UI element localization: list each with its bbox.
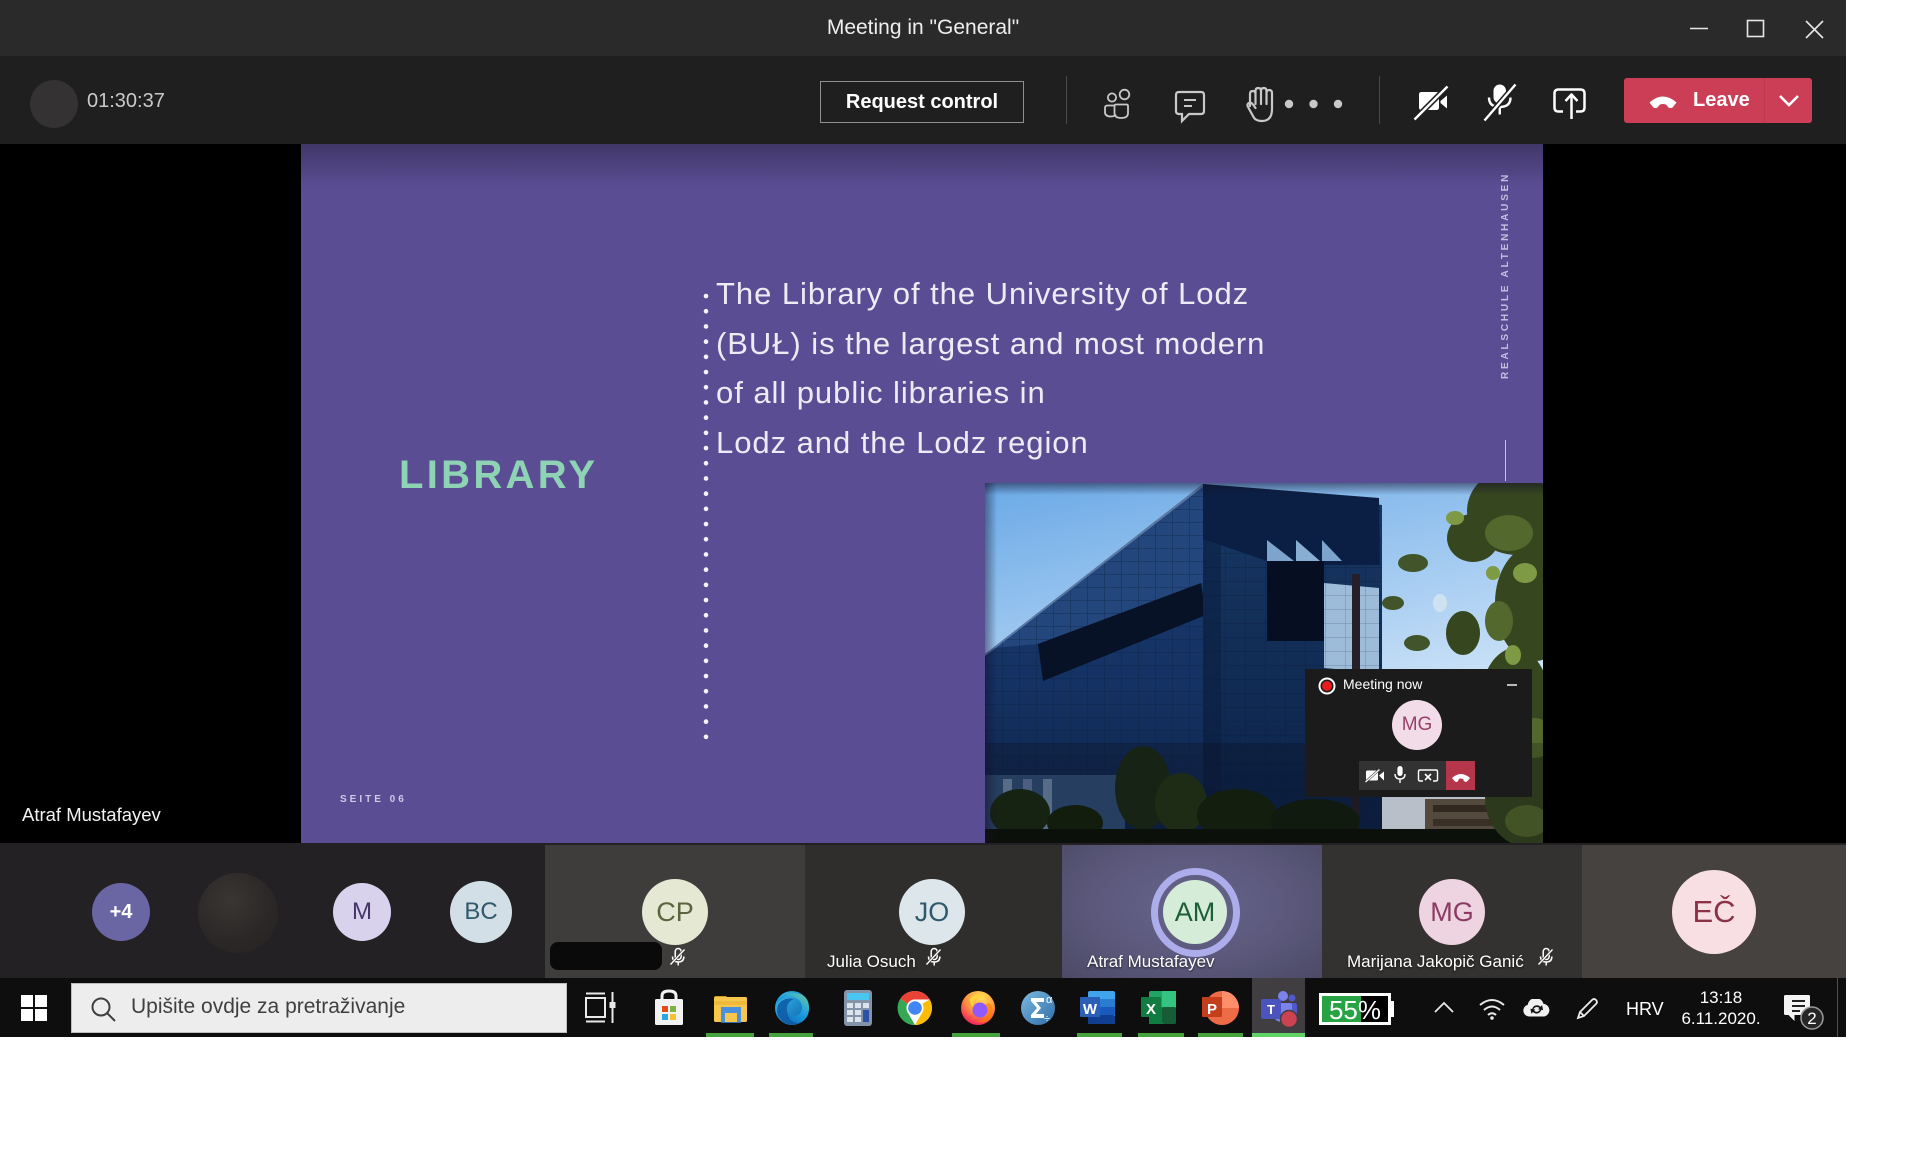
svg-text:÷: ÷ [1044, 1013, 1050, 1025]
svg-text:2: 2 [1807, 1009, 1816, 1028]
svg-text:X: X [1146, 1001, 1156, 1018]
svg-text:P: P [1207, 1001, 1217, 1018]
svg-text:α: α [1046, 994, 1053, 1006]
svg-text:W: W [1083, 1001, 1098, 1018]
svg-text:T: T [1267, 1002, 1275, 1017]
